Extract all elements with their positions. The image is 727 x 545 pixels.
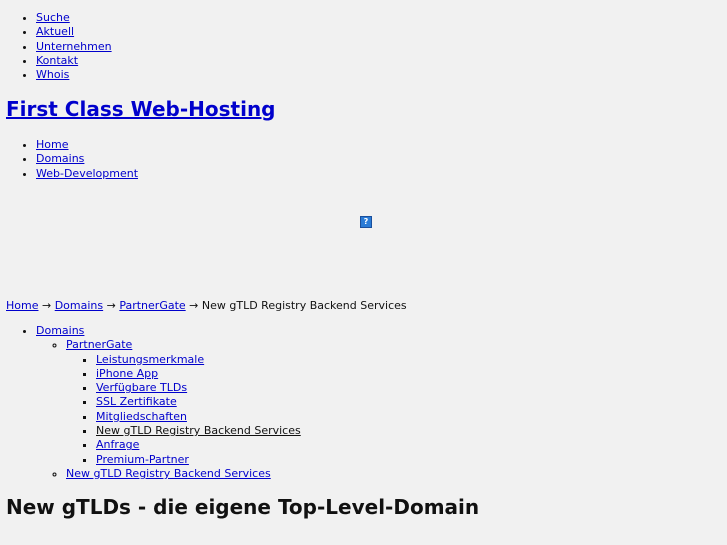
breadcrumb-separator: → [41, 299, 52, 312]
section-nav-link-premium-partner[interactable]: Premium-Partner [96, 453, 189, 466]
site-title: First Class Web-Hosting [6, 96, 276, 122]
section-nav-item: Mitgliedschaften [96, 410, 301, 424]
main-nav-item-web-development: Web-Development [36, 167, 138, 181]
page-heading: New gTLDs - die eigene Top-Level-Domain [6, 495, 480, 519]
main-nav-link-domains[interactable]: Domains [36, 152, 84, 165]
breadcrumb-link-partnergate[interactable]: PartnerGate [119, 299, 185, 312]
main-nav-item-home: Home [36, 138, 138, 152]
section-nav-item: iPhone App [96, 367, 301, 381]
section-nav-item-new-gtld: New gTLD Registry Backend Services [66, 467, 301, 481]
top-navigation: Suche Aktuell Unternehmen Kontakt Whois [36, 11, 112, 82]
section-nav-item-partnergate: PartnerGate Leistungsmerkmale iPhone App… [66, 338, 301, 467]
section-nav-link-domains[interactable]: Domains [36, 324, 84, 337]
section-nav-item: Leistungsmerkmale [96, 353, 301, 367]
section-nav-level3: Leistungsmerkmale iPhone App Verfügbare … [66, 353, 301, 467]
top-nav-link-aktuell[interactable]: Aktuell [36, 25, 74, 38]
section-nav-link-new-gtld-current[interactable]: New gTLD Registry Backend Services [96, 424, 301, 437]
breadcrumb-separator: → [106, 299, 116, 312]
section-nav-link-anfrage[interactable]: Anfrage [96, 438, 139, 451]
top-nav-item-whois: Whois [36, 68, 112, 82]
section-nav-link-verfuegbare-tlds[interactable]: Verfügbare TLDs [96, 381, 187, 394]
top-nav-link-suche[interactable]: Suche [36, 11, 70, 24]
section-nav-item: Premium-Partner [96, 453, 301, 467]
site-title-link[interactable]: First Class Web-Hosting [6, 97, 276, 121]
section-navigation: Domains PartnerGate Leistungsmerkmale iP… [36, 324, 301, 481]
breadcrumb-link-home[interactable]: Home [6, 299, 38, 312]
section-nav-item: New gTLD Registry Backend Services [96, 424, 301, 438]
top-nav-item-aktuell: Aktuell [36, 25, 112, 39]
broken-image-icon: ? [360, 216, 372, 228]
page: Suche Aktuell Unternehmen Kontakt Whois … [0, 0, 727, 545]
section-nav-link-partnergate[interactable]: PartnerGate [66, 338, 132, 351]
top-nav-item-suche: Suche [36, 11, 112, 25]
section-nav-link-iphone-app[interactable]: iPhone App [96, 367, 158, 380]
section-nav-link-mitgliedschaften[interactable]: Mitgliedschaften [96, 410, 187, 423]
breadcrumb-link-domains[interactable]: Domains [55, 299, 103, 312]
section-nav-link-ssl-zertifikate[interactable]: SSL Zertifikate [96, 395, 177, 408]
section-nav-item: Verfügbare TLDs [96, 381, 301, 395]
top-nav-link-unternehmen[interactable]: Unternehmen [36, 40, 112, 53]
main-nav-link-web-development[interactable]: Web-Development [36, 167, 138, 180]
section-nav-link-new-gtld[interactable]: New gTLD Registry Backend Services [66, 467, 271, 480]
section-nav-item: SSL Zertifikate [96, 395, 301, 409]
top-nav-link-whois[interactable]: Whois [36, 68, 69, 81]
section-nav-link-leistungsmerkmale[interactable]: Leistungsmerkmale [96, 353, 204, 366]
top-nav-item-unternehmen: Unternehmen [36, 40, 112, 54]
main-nav-link-home[interactable]: Home [36, 138, 68, 151]
main-nav-item-domains: Domains [36, 152, 138, 166]
breadcrumb-current: New gTLD Registry Backend Services [201, 299, 407, 312]
section-nav-item-domains: Domains PartnerGate Leistungsmerkmale iP… [36, 324, 301, 481]
main-navigation: Home Domains Web-Development [36, 138, 138, 181]
top-nav-item-kontakt: Kontakt [36, 54, 112, 68]
breadcrumb-separator: → [189, 299, 199, 312]
section-nav-level2: PartnerGate Leistungsmerkmale iPhone App… [36, 338, 301, 481]
top-nav-link-kontakt[interactable]: Kontakt [36, 54, 78, 67]
breadcrumb: Home → Domains → PartnerGate → New gTLD … [6, 299, 407, 313]
section-nav-item: Anfrage [96, 438, 301, 452]
